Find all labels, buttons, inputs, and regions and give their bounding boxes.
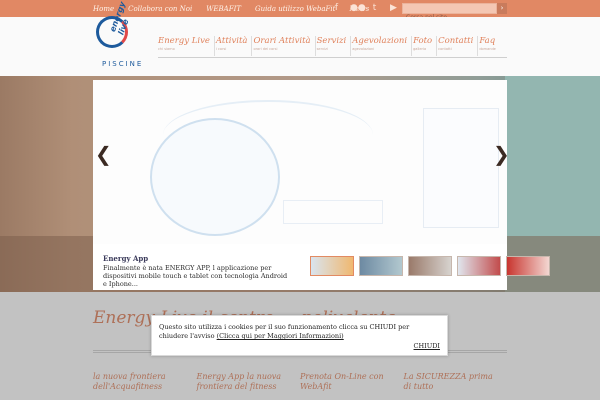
twitter-icon[interactable]: t [369,3,380,14]
cookie-info-link[interactable]: (Clicca qui per Maggiori Informazioni) [217,332,344,340]
top-link-guida[interactable]: Guida utilizzo WebaFit [255,5,335,13]
cookie-message: Questo sito utilizza i cookies per il su… [159,323,439,341]
facebook-icon[interactable]: f [331,3,342,14]
slide-logo-circle [150,118,280,236]
nav-item-sub: servizi [316,47,328,51]
nav-item-sub: contatti [438,47,452,51]
logo[interactable]: energy live PISCINE [94,0,144,72]
slide-tag-shape [283,200,383,224]
logo-subtitle: PISCINE [102,60,144,68]
slider-caption: Energy App Finalmente è nata ENERGY APP,… [93,244,550,290]
nav-item-sub: chi siamo [158,47,175,51]
nav-item-label: Agevolazioni [352,36,408,46]
nav-item-label: Faq [479,36,496,46]
slide-image[interactable] [93,80,507,244]
nav-item-sub: agevolazioni [352,47,375,51]
top-link-collabora[interactable]: Collabora con Noi [128,5,192,13]
cookie-dialog: Questo sito utilizza i cookies per il su… [151,315,448,356]
nav-divider [158,57,507,58]
top-link-webafit[interactable]: WEBAFIT [206,5,241,13]
nav-item-sub: domande [479,47,496,51]
nav-item-label: Orari Attività [253,36,311,46]
search-button[interactable]: › [497,3,507,14]
slide-artwork [93,80,507,244]
slider-thumbnails [310,256,550,276]
slider-thumbnail[interactable] [408,256,452,276]
nav-item-label: Energy Live [158,36,210,46]
slider-thumbnail[interactable] [457,256,501,276]
nav-item-sub: galleria [413,47,427,51]
slide-phone-shape [423,108,499,228]
nav-item-sub: i corsi [215,47,227,51]
slider-thumbnail[interactable] [506,256,550,276]
nav-item-label: Contatti [438,36,474,46]
nav-item-label: Attività [215,36,248,46]
slider-thumbnail[interactable] [310,256,354,276]
caption-title[interactable]: Energy App [103,254,148,263]
nav-item-label: Foto [413,36,433,46]
caption-body: Finalmente è nata ENERGY APP, l applicaz… [103,264,288,288]
youtube-icon[interactable]: ▶ [388,3,399,14]
search-box [402,3,497,22]
nav-item-label: Servizi [316,36,347,46]
slider-next-arrow[interactable]: ❯ [493,144,510,164]
top-bar: Home Collabora con Noi WEBAFIT Guida uti… [0,0,600,22]
slider-prev-arrow[interactable]: ❮ [95,144,112,164]
slider-thumbnail[interactable] [359,256,403,276]
top-link-home[interactable]: Home [93,5,114,13]
nav-item-sub: orari dei corsi [253,47,278,51]
flickr-icon[interactable]: ●● [350,3,366,14]
cookie-close-button[interactable]: CHIUDI [414,342,440,350]
social-links: f ●● t ▶ [331,3,399,14]
